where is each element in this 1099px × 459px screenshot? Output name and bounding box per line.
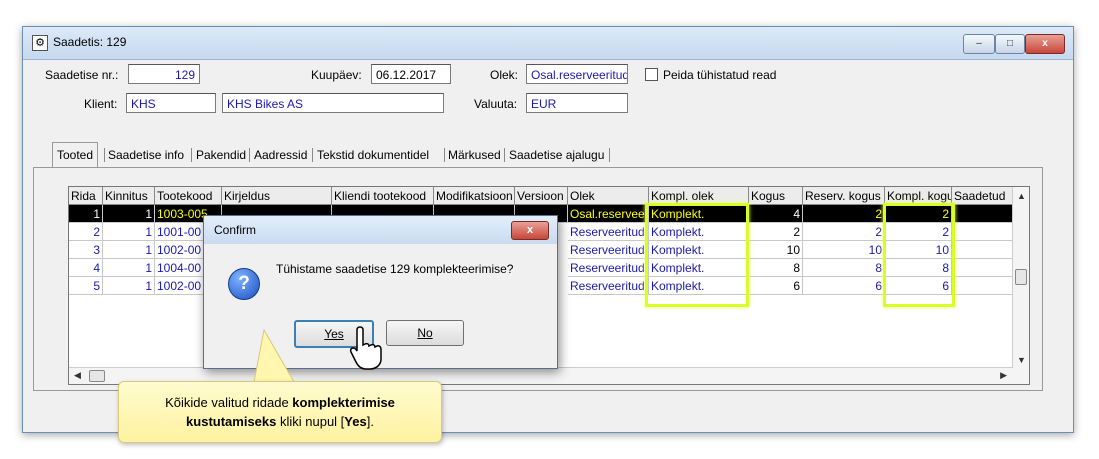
valuuta-field[interactable]: EUR — [526, 93, 628, 113]
callout-text-2: kliki nupul [ — [276, 414, 345, 429]
vertical-scrollbar[interactable]: ▲ ▼ — [1012, 187, 1029, 384]
col-rida[interactable]: Rida — [69, 187, 103, 205]
window-title: Saadetis: 129 — [53, 35, 127, 49]
scroll-up-icon[interactable]: ▲ — [1017, 191, 1026, 201]
question-icon: ? — [228, 268, 260, 300]
col-tootekood[interactable]: Tootekood — [155, 187, 222, 205]
tab-markused[interactable]: Märkused — [448, 144, 501, 166]
tab-separator — [444, 148, 445, 162]
col-kliendi-tootekood[interactable]: Kliendi tootekood — [332, 187, 434, 205]
scroll-right-icon[interactable]: ▶ — [1000, 370, 1007, 381]
cell-saadetud — [952, 223, 1013, 241]
col-versioon[interactable]: Versioon — [515, 187, 568, 205]
tab-tekstid[interactable]: Tekstid dokumentidel — [317, 144, 429, 166]
cell-kogus: 2 — [749, 223, 803, 241]
cell-kinnitus: 1 — [103, 205, 155, 223]
dialog-message: Tühistame saadetise 129 komplekteerimise… — [276, 262, 514, 276]
tab-separator — [104, 148, 105, 162]
cell-kinnitus: 1 — [103, 259, 155, 277]
tab-pakendid[interactable]: Pakendid — [196, 144, 246, 166]
cell-reserv-kogus: 8 — [803, 259, 885, 277]
col-kogus[interactable]: Kogus — [749, 187, 803, 205]
tab-separator — [609, 148, 610, 162]
olek-label: Olek: — [490, 68, 519, 82]
saadetise-nr-label: Saadetise nr.: — [45, 68, 119, 82]
col-kinnitus[interactable]: Kinnitus — [103, 187, 155, 205]
cell-kinnitus: 1 — [103, 223, 155, 241]
cell-kogus: 8 — [749, 259, 803, 277]
close-button[interactable]: x — [1025, 34, 1065, 54]
cell-olek: Reserveeritud — [568, 259, 649, 277]
cell-reserv-kogus: 6 — [803, 277, 885, 295]
instruction-callout: Kõikide valitud ridade komplekterimise k… — [118, 381, 442, 443]
tab-separator — [312, 148, 313, 162]
cell-saadetud — [952, 241, 1013, 259]
dialog-close-button[interactable]: x — [511, 221, 549, 240]
cell-kinnitus: 1 — [103, 277, 155, 295]
tab-tooted[interactable]: Tooted — [52, 142, 99, 169]
col-modifikatsioon[interactable]: Modifikatsioon — [434, 187, 515, 205]
cell-saadetud — [952, 259, 1013, 277]
cell-saadetud — [952, 205, 1013, 223]
tab-separator — [249, 148, 250, 162]
cell-reserv-kogus: 2 — [803, 205, 885, 223]
tab-aadressid[interactable]: Aadressid — [254, 144, 307, 166]
klient-name-field[interactable]: KHS Bikes AS — [222, 93, 444, 113]
kuupaev-field[interactable]: 06.12.2017 — [371, 64, 451, 84]
vertical-scroll-thumb[interactable] — [1015, 269, 1027, 285]
dialog-title: Confirm — [214, 223, 257, 237]
callout-bold-1: komplekterimise — [292, 395, 395, 410]
cell-kogus: 10 — [749, 241, 803, 259]
maximize-button[interactable]: □ — [995, 34, 1025, 54]
tab-separator — [191, 148, 192, 162]
klient-label: Klient: — [84, 97, 118, 111]
cell-saadetud — [952, 277, 1013, 295]
scroll-left-icon[interactable]: ◀ — [74, 370, 81, 381]
cell-reserv-kogus: 2 — [803, 223, 885, 241]
cell-rida: 2 — [69, 223, 103, 241]
klient-code-field[interactable]: KHS — [126, 93, 216, 113]
tab-saadetise-info[interactable]: Saadetise info — [108, 144, 184, 166]
callout-text-1: Kõikide valitud ridade — [165, 395, 293, 410]
col-saadetud[interactable]: Saadetud — [952, 187, 1013, 205]
app-icon: ⚙ — [32, 35, 48, 51]
kuupaev-label: Kuupäev: — [311, 68, 362, 82]
callout-text-3: ]. — [366, 414, 374, 429]
dialog-title-bar[interactable]: Confirm x — [204, 216, 557, 244]
cell-olek: Osal.reserveeri — [568, 205, 649, 223]
scroll-down-icon[interactable]: ▼ — [1017, 355, 1026, 365]
minimize-button[interactable]: – — [963, 34, 995, 54]
cell-rida: 1 — [69, 205, 103, 223]
cell-kogus: 4 — [749, 205, 803, 223]
cell-rida: 4 — [69, 259, 103, 277]
title-bar[interactable]: ⚙ Saadetis: 129 – □ x — [23, 27, 1073, 60]
hand-cursor-icon — [349, 326, 382, 370]
tab-saadetise-ajalugu[interactable]: Saadetise ajalugu — [509, 144, 604, 166]
col-reserv-kogus[interactable]: Reserv. kogus — [803, 187, 885, 205]
cell-kogus: 6 — [749, 277, 803, 295]
cell-olek: Reserveeritud — [568, 277, 649, 295]
callout-pointer — [253, 328, 295, 383]
valuuta-label: Valuuta: — [474, 97, 518, 111]
olek-field: Osal.reserveeritud — [526, 64, 628, 84]
col-kirjeldus[interactable]: Kirjeldus — [222, 187, 332, 205]
cell-rida: 3 — [69, 241, 103, 259]
peida-checkbox[interactable] — [645, 68, 658, 81]
horizontal-scroll-thumb[interactable] — [89, 370, 105, 382]
cell-rida: 5 — [69, 277, 103, 295]
no-button[interactable]: No — [386, 320, 464, 346]
tab-separator — [504, 148, 505, 162]
kompl-olek-highlight — [645, 203, 749, 307]
col-olek[interactable]: Olek — [568, 187, 649, 205]
cell-olek: Reserveeritud — [568, 241, 649, 259]
saadetise-nr-field[interactable]: 129 — [128, 64, 200, 84]
peida-label: Peida tühistatud read — [663, 68, 777, 82]
callout-bold-2: kustutamiseks — [186, 414, 277, 429]
cell-olek: Reserveeritud — [568, 223, 649, 241]
cell-reserv-kogus: 10 — [803, 241, 885, 259]
kompl-kogus-highlight — [883, 203, 955, 307]
cell-kinnitus: 1 — [103, 241, 155, 259]
callout-bold-3: Yes — [344, 414, 367, 429]
